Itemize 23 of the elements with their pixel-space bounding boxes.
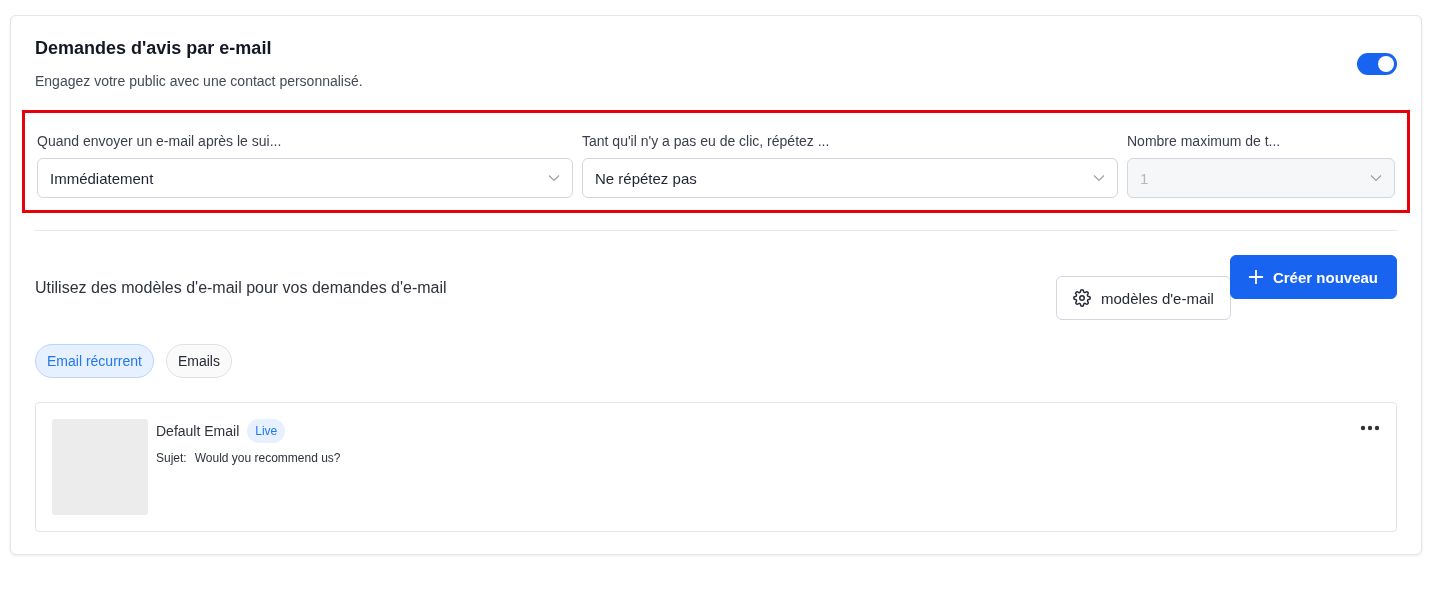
plus-icon	[1248, 270, 1263, 284]
field-label: Tant qu'il n'y a pas eu de clic, répétez ...	[582, 133, 831, 149]
section-title: Demandes d'avis par e-mail	[35, 38, 273, 59]
section-subtitle: Engagez votre public avec une contact personnalisé.	[35, 73, 363, 89]
field-label: Nombre maximum de t...	[1127, 133, 1282, 149]
more-icon[interactable]	[1360, 425, 1380, 431]
template-name: Default Email	[156, 423, 240, 439]
templates-button[interactable]: modèles d'e-mail	[1056, 276, 1231, 320]
chevron-down-icon	[1370, 174, 1382, 182]
filter-tab[interactable]: Emails	[165, 344, 232, 378]
create-button[interactable]: Créer nouveau	[1229, 255, 1397, 299]
subject-text: Would you recommend us?	[194, 451, 341, 465]
subject-label: Sujet:	[156, 451, 187, 465]
dropdown-field[interactable]: Ne répétez pas	[582, 158, 1118, 198]
enable-toggle[interactable]	[1357, 52, 1397, 75]
templates-heading: Utilisez des modèles d'e-mail pour vos demandes d'e-mail	[35, 278, 447, 297]
chevron-down-icon	[548, 174, 560, 182]
chevron-down-icon	[1093, 174, 1105, 182]
filter-tab[interactable]: Email récurrent	[35, 344, 154, 378]
dropdown-field[interactable]: Immédiatement	[37, 158, 573, 198]
settings-icon	[1073, 289, 1092, 307]
field-label: Quand envoyer un e-mail après le sui...	[37, 133, 283, 149]
status-badge: Live	[247, 419, 286, 443]
